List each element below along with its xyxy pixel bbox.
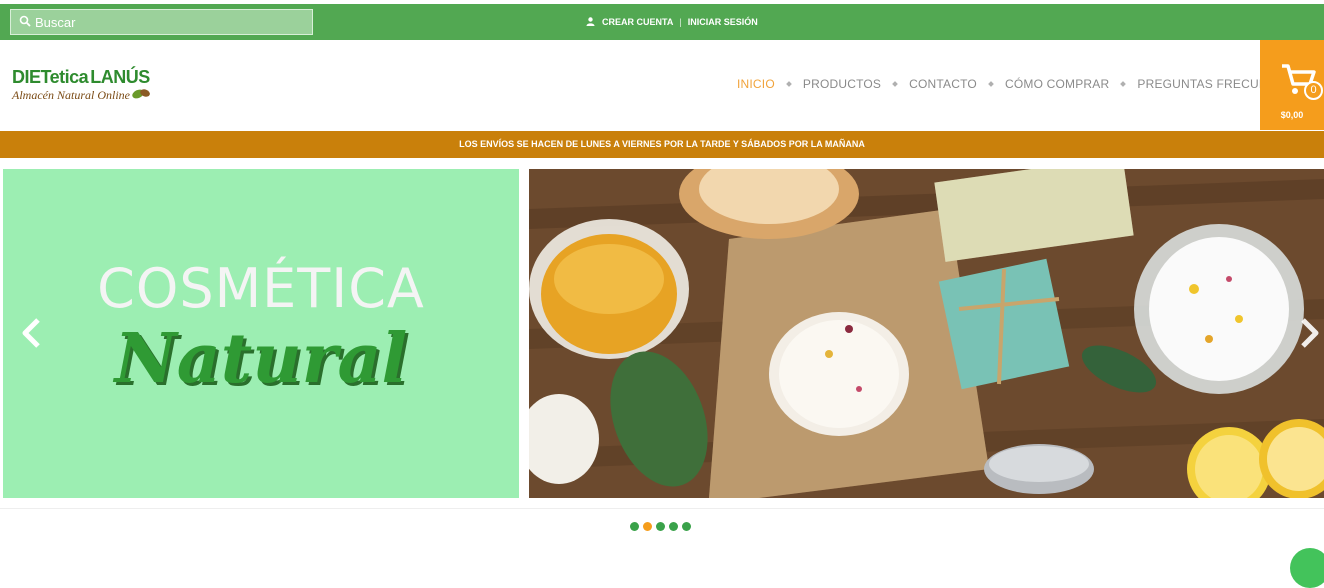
logo-tagline-text: Almacén Natural Online	[12, 88, 130, 102]
nav-item-productos[interactable]: PRODUCTOS	[803, 77, 881, 91]
logo-title-part1: DIETetica	[12, 67, 89, 87]
search-placeholder: Buscar	[35, 14, 76, 30]
main-nav: INICIO PRODUCTOS CONTACTO CÓMO COMPRAR P…	[737, 77, 1300, 91]
nav-item-como-comprar[interactable]: CÓMO COMPRAR	[1005, 77, 1109, 91]
nav-separator	[892, 81, 898, 87]
chevron-left-icon[interactable]	[20, 317, 44, 349]
slide-text-panel: COSMÉTICA Natural	[3, 169, 519, 498]
shipping-notice: LOS ENVÍOS SE HACEN DE LUNES A VIERNES P…	[0, 131, 1324, 158]
slide-image	[529, 169, 1324, 498]
nav-separator	[786, 81, 792, 87]
cart-button[interactable]: 0 $0,00	[1260, 40, 1324, 130]
slide-title: COSMÉTICA	[97, 257, 425, 320]
divider	[0, 508, 1324, 509]
slide-subtitle: Natural	[114, 319, 408, 399]
chat-button[interactable]	[1290, 548, 1324, 588]
leaf-icon	[130, 86, 152, 104]
slider-dot[interactable]	[669, 522, 678, 531]
logo-tagline: Almacén Natural Online	[12, 86, 152, 104]
slider-dot-active[interactable]	[643, 522, 652, 531]
logo-title-part2: LANÚS	[90, 67, 150, 87]
nav-separator	[988, 81, 994, 87]
search-icon	[19, 15, 35, 30]
nav-separator	[1120, 81, 1127, 87]
login-link[interactable]: INICIAR SESIÓN	[688, 17, 758, 27]
slider-dot[interactable]	[682, 522, 691, 531]
slider-pagination	[630, 522, 695, 531]
account-links: CREAR CUENTA | INICIAR SESIÓN	[586, 15, 758, 29]
user-icon	[586, 16, 602, 28]
site-logo[interactable]: DIETetica LANÚS Almacén Natural Online	[12, 68, 152, 104]
top-bar: Buscar CREAR CUENTA | INICIAR SESIÓN	[0, 4, 1324, 40]
slider-dot[interactable]	[656, 522, 665, 531]
account-separator: |	[679, 17, 682, 27]
hero-slider: COSMÉTICA Natural	[0, 169, 1324, 498]
create-account-link[interactable]: CREAR CUENTA	[602, 17, 673, 27]
chevron-right-icon[interactable]	[1300, 317, 1320, 349]
slider-dot[interactable]	[630, 522, 639, 531]
search-input[interactable]: Buscar	[10, 9, 313, 35]
nav-item-inicio[interactable]: INICIO	[737, 77, 775, 91]
header: DIETetica LANÚS Almacén Natural Online IN…	[0, 40, 1324, 130]
logo-title: DIETetica LANÚS	[12, 68, 152, 86]
cart-count-badge: 0	[1304, 81, 1323, 100]
nav-item-contacto[interactable]: CONTACTO	[909, 77, 977, 91]
cart-total: $0,00	[1280, 110, 1304, 120]
